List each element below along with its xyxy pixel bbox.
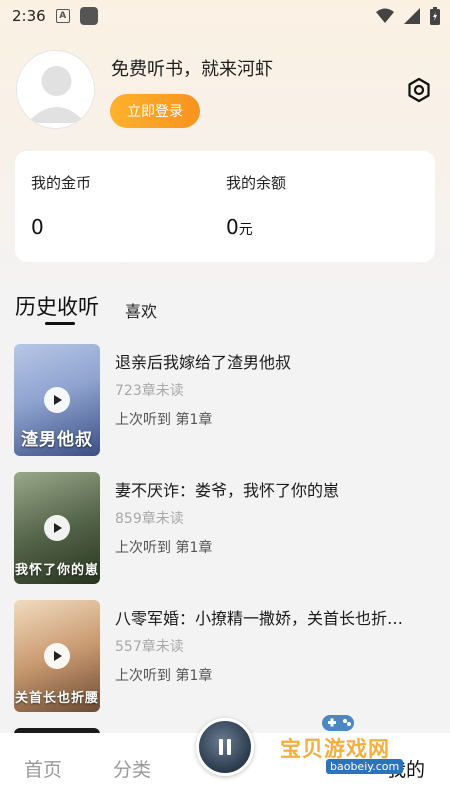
balance-value: 0元 <box>226 215 253 239</box>
signal-icon <box>404 8 420 24</box>
mini-player-button[interactable] <box>196 718 254 776</box>
status-bar: 2:36 A <box>0 0 450 32</box>
settings-icon[interactable] <box>406 77 432 103</box>
notification-square-icon <box>79 7 98 25</box>
book-last-listened: 上次听到 第1章 <box>115 668 213 684</box>
book-title: 妻不厌诈：娄爷，我怀了你的崽 <box>115 481 340 500</box>
book-unread: 557章未读 <box>115 639 184 655</box>
status-time: 2:36 <box>12 7 46 25</box>
nav-category[interactable]: 分类 <box>113 755 151 782</box>
book-title: 八零军婚：小撩精一撒娇，关首长也折… <box>115 609 404 628</box>
slogan-text: 免费听书，就来河虾 <box>111 59 273 80</box>
nav-mine[interactable]: 我的 <box>387 755 425 782</box>
play-icon[interactable] <box>44 643 70 669</box>
balance-amount: 0 <box>226 215 239 239</box>
wallet-card: 我的金币 0 我的余额 0元 <box>15 151 435 262</box>
cover-title: 关首长也折腰 <box>14 691 99 706</box>
notification-a-icon: A <box>55 9 70 23</box>
balance-unit: 元 <box>238 222 253 238</box>
book-last-listened: 上次听到 第1章 <box>115 540 213 556</box>
play-icon[interactable] <box>44 387 70 413</box>
book-unread: 859章未读 <box>115 511 184 527</box>
tab-like[interactable]: 喜欢 <box>125 298 157 322</box>
list-item[interactable]: 渣男他叔 退亲后我嫁给了渣男他叔 723章未读 上次听到 第1章 <box>0 344 450 459</box>
book-title: 退亲后我嫁给了渣男他叔 <box>115 353 292 372</box>
login-button[interactable]: 立即登录 <box>110 94 200 128</box>
play-icon[interactable] <box>44 515 70 541</box>
book-cover[interactable]: 渣男他叔 <box>14 344 100 456</box>
default-avatar-icon <box>27 66 86 123</box>
avatar[interactable] <box>16 50 95 129</box>
book-cover[interactable]: 我怀了你的崽 <box>14 472 100 584</box>
balance-label: 我的余额 <box>226 174 287 192</box>
book-unread: 723章未读 <box>115 383 184 399</box>
pause-icon <box>219 739 231 755</box>
list-item[interactable]: 关首长也折腰 八零军婚：小撩精一撒娇，关首长也折… 557章未读 上次听到 第1… <box>0 600 450 715</box>
wifi-icon <box>376 8 394 23</box>
cover-title: 我怀了你的崽 <box>14 563 99 578</box>
coins-value: 0 <box>31 215 44 239</box>
tab-active-indicator <box>45 322 75 325</box>
nav-home[interactable]: 首页 <box>24 755 62 782</box>
coins-label: 我的金币 <box>31 174 92 192</box>
list-item[interactable]: 我怀了你的崽 妻不厌诈：娄爷，我怀了你的崽 859章未读 上次听到 第1章 <box>0 472 450 587</box>
battery-icon <box>430 7 440 25</box>
book-last-listened: 上次听到 第1章 <box>115 412 213 428</box>
cover-title: 渣男他叔 <box>21 430 93 450</box>
book-cover[interactable]: 关首长也折腰 <box>14 600 100 712</box>
tab-history[interactable]: 历史收听 <box>15 291 99 321</box>
